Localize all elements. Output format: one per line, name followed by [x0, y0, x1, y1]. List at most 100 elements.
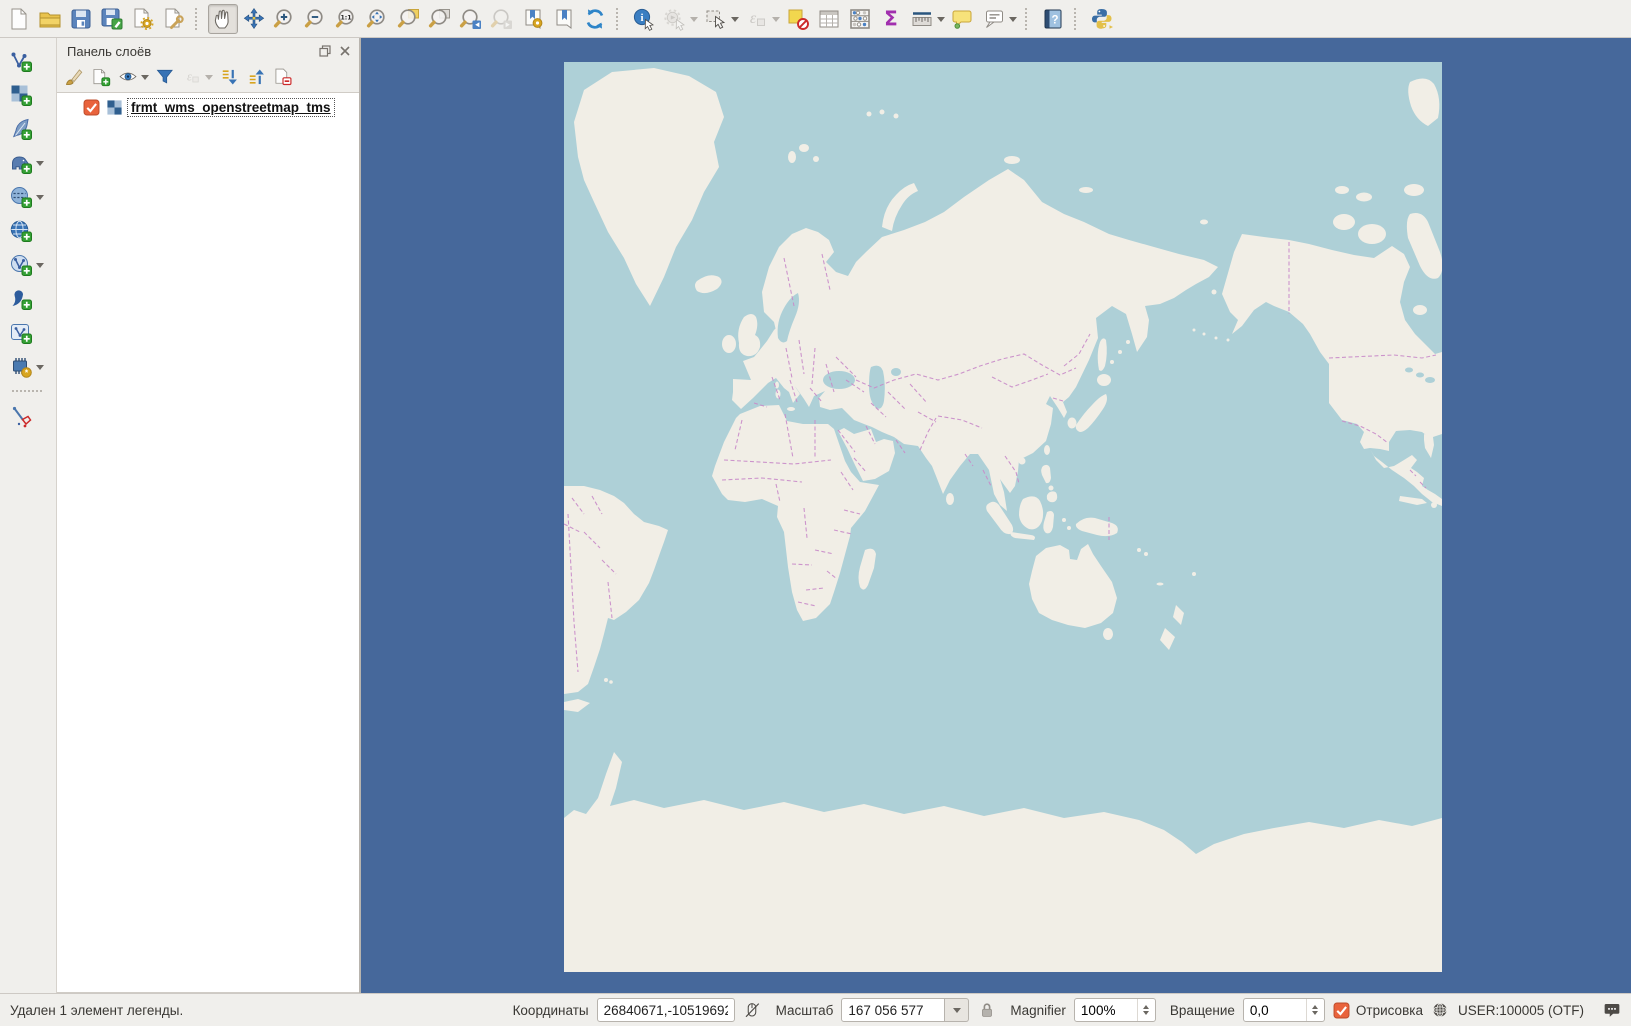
globe-nodes-icon — [9, 253, 33, 277]
crs-status-button[interactable] — [1431, 1001, 1450, 1020]
zoom-in-group — [270, 4, 300, 34]
rotation-input[interactable] — [1244, 1003, 1306, 1018]
show-layout-manager-group — [159, 4, 189, 34]
add-wfs-layer-button[interactable] — [6, 250, 36, 280]
python-icon — [1090, 7, 1114, 31]
p-addgroup-icon — [91, 67, 111, 87]
scale-input[interactable] — [841, 998, 945, 1022]
rotation-spinbox[interactable] — [1243, 998, 1325, 1022]
add-postgis-layer-dropdown-arrow[interactable] — [36, 161, 44, 170]
new-print-layout-button[interactable] — [128, 4, 158, 34]
scale-dropdown-button[interactable] — [945, 998, 969, 1022]
p-remove-icon — [273, 67, 293, 87]
add-vector-tile-layer-dropdown-arrow[interactable] — [36, 365, 44, 374]
zoom-out-button[interactable] — [301, 4, 331, 34]
open-project-button[interactable] — [35, 4, 65, 34]
help-button[interactable] — [1038, 4, 1068, 34]
lock-scale-button[interactable] — [977, 1001, 996, 1020]
save-project-group — [66, 4, 96, 34]
identify-features-button[interactable] — [629, 4, 659, 34]
scale-combobox[interactable] — [841, 998, 969, 1022]
add-wms-layer-button[interactable] — [6, 216, 36, 246]
select-by-expression-dropdown-arrow[interactable] — [772, 17, 780, 26]
field-calculator-button[interactable] — [845, 4, 875, 34]
chevron-down-icon — [953, 1008, 961, 1017]
zoom-in-button[interactable] — [270, 4, 300, 34]
add-vector-layer-button[interactable] — [6, 46, 36, 76]
mag-next-icon — [490, 7, 514, 31]
expand-all-button[interactable] — [216, 64, 242, 90]
zoom-to-selection-button[interactable] — [425, 4, 455, 34]
spin-up-icon — [1312, 1002, 1318, 1009]
add-group-button[interactable] — [88, 64, 114, 90]
refresh-map-button[interactable] — [580, 4, 610, 34]
layers-tree[interactable]: frmt_wms_openstreetmap_tms — [57, 92, 359, 993]
zoom-last-button[interactable] — [456, 4, 486, 34]
add-raster-layer-group — [6, 80, 36, 110]
select-features-dropdown-arrow[interactable] — [731, 17, 739, 26]
run-feature-action-dropdown-arrow[interactable] — [690, 17, 698, 26]
close-panel-button[interactable] — [337, 43, 353, 59]
add-delimited-text-layer-button[interactable] — [6, 284, 36, 314]
messages-button[interactable] — [1602, 1001, 1621, 1020]
folder-icon — [38, 7, 62, 31]
show-statistics-button[interactable] — [876, 4, 906, 34]
new-project-button[interactable] — [4, 4, 34, 34]
new-bookmark-button[interactable] — [518, 4, 548, 34]
deselect-all-button[interactable] — [783, 4, 813, 34]
zoom-full-button[interactable] — [363, 4, 393, 34]
open-attribute-table-button[interactable] — [814, 4, 844, 34]
layer-name[interactable]: frmt_wms_openstreetmap_tms — [127, 98, 335, 117]
add-mssql-layer-button[interactable] — [6, 182, 36, 212]
python-console-group — [1087, 4, 1117, 34]
select-by-expression-button[interactable] — [742, 4, 772, 34]
zoom-next-button[interactable] — [487, 4, 517, 34]
text-annotation-button[interactable] — [979, 4, 1009, 34]
collapse-all-button[interactable] — [243, 64, 269, 90]
magnifier-spinbox[interactable] — [1074, 998, 1156, 1022]
open-layer-styling-button[interactable] — [61, 64, 87, 90]
magnifier-input[interactable] — [1075, 1003, 1137, 1018]
rotation-spin-buttons[interactable] — [1306, 999, 1324, 1021]
run-feature-action-button[interactable] — [660, 4, 690, 34]
save-project-as-button[interactable] — [97, 4, 127, 34]
add-virtual-layer-button[interactable] — [6, 318, 36, 348]
manage-map-themes-dropdown-arrow[interactable] — [141, 75, 149, 84]
zoom-to-layer-button[interactable] — [394, 4, 424, 34]
map-canvas[interactable] — [361, 38, 1631, 993]
filter-legend-by-expression-dropdown-arrow[interactable] — [205, 75, 213, 84]
remove-layer-button[interactable] — [270, 64, 296, 90]
layer-item[interactable]: frmt_wms_openstreetmap_tms — [57, 93, 359, 121]
filter-legend-button[interactable] — [152, 64, 178, 90]
measure-dropdown-arrow[interactable] — [937, 17, 945, 26]
add-wfs-layer-dropdown-arrow[interactable] — [36, 263, 44, 272]
measure-button[interactable] — [907, 4, 937, 34]
show-layout-manager-button[interactable] — [159, 4, 189, 34]
select-features-button[interactable] — [701, 4, 731, 34]
float-panel-button[interactable] — [317, 43, 333, 59]
show-bookmarks-button[interactable] — [549, 4, 579, 34]
render-toggle[interactable]: Отрисовка — [1333, 1002, 1423, 1019]
chip-icon — [9, 355, 33, 379]
label-pin-tool-button[interactable] — [6, 402, 36, 432]
add-raster-layer-button[interactable] — [6, 80, 36, 110]
add-delimited-text-layer-group — [6, 284, 36, 314]
python-console-button[interactable] — [1087, 4, 1117, 34]
save-project-button[interactable] — [66, 4, 96, 34]
map-tips-button[interactable] — [948, 4, 978, 34]
add-postgis-layer-button[interactable] — [6, 148, 36, 178]
add-vector-tile-layer-button[interactable] — [6, 352, 36, 382]
pan-map-button[interactable] — [208, 4, 238, 34]
toggle-extents-button[interactable] — [743, 1001, 762, 1020]
zoom-native-button[interactable] — [332, 4, 362, 34]
coordinates-input[interactable] — [597, 998, 735, 1022]
render-checkbox[interactable] — [1333, 1002, 1350, 1019]
magnifier-spin-buttons[interactable] — [1137, 999, 1155, 1021]
text-annotation-dropdown-arrow[interactable] — [1009, 17, 1017, 26]
add-spatialite-layer-button[interactable] — [6, 114, 36, 144]
layer-visibility-checkbox[interactable] — [83, 99, 100, 116]
pan-to-selection-button[interactable] — [239, 4, 269, 34]
manage-map-themes-button[interactable] — [115, 64, 141, 90]
filter-legend-by-expression-button[interactable] — [179, 64, 205, 90]
add-mssql-layer-dropdown-arrow[interactable] — [36, 195, 44, 204]
